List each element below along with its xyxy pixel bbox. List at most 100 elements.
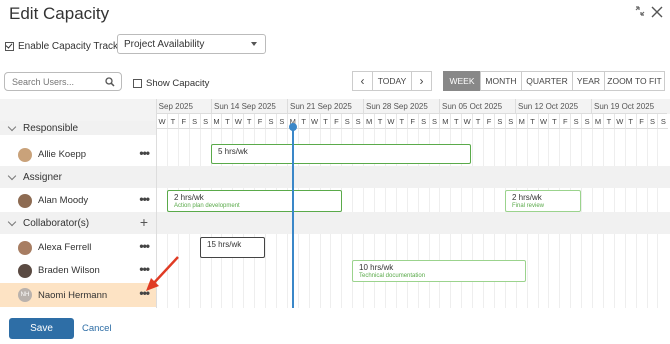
day-header: T [548,114,560,129]
avatar [18,240,32,255]
chevron-down-icon [7,122,17,131]
avatar [18,147,32,162]
capacity-bar[interactable]: 15 hrs/wk [200,237,265,258]
save-button[interactable]: Save [9,318,74,339]
collaborators-band [157,212,670,234]
day-header: F [177,114,189,129]
day-header: S [265,114,276,129]
section-label: Collaborator(s) [23,217,90,229]
capacity-bar[interactable]: 10 hrs/wk Technical documentation [352,260,526,282]
week-header: Sun 14 Sep 2025 [211,99,287,114]
capacity-bar[interactable]: 2 hrs/wk Action plan development [167,190,342,212]
day-header: W [537,114,549,129]
person-row: Allie Koepp ••• [0,143,156,166]
capacity-bar[interactable]: 5 hrs/wk [211,144,471,164]
dialog-footer: Save Cancel [0,308,670,344]
capacity-bar[interactable]: 2 hrs/wk Final review [505,190,581,212]
bar-label: 2 hrs/wk [174,193,204,202]
show-capacity-label: Show Capacity [146,78,210,89]
enable-tracking-label: Enable Capacity Tracking [18,41,132,52]
bar-sublabel: Technical documentation [359,273,426,279]
search-box[interactable] [4,72,122,91]
day-header: M [439,114,451,129]
section-label: Responsible [23,122,79,134]
more-options-icon[interactable]: ••• [139,240,150,252]
view-select[interactable]: Project Availability [117,34,266,54]
show-capacity[interactable]: Show Capacity [133,78,209,89]
day-header: S [428,114,440,129]
cancel-button[interactable]: Cancel [82,323,112,334]
capacity-grid: 7 Sep 2025 Sun 14 Sep 2025 Sun 21 Sep 2025… [0,99,670,308]
today-line [292,126,294,308]
more-options-icon[interactable]: ••• [139,147,150,159]
next-button[interactable]: › [411,71,432,91]
day-header: T [395,114,407,129]
zoom-year-button[interactable]: YEAR [572,71,605,91]
day-header: F [406,114,418,129]
enable-tracking-checkbox[interactable] [5,42,14,51]
day-header: S [570,114,582,129]
person-row: Alexa Ferrell ••• [0,236,156,259]
week-header: Sun 28 Sep 2025 [363,99,439,114]
section-label: Assigner [23,171,62,183]
bar-sublabel: Final review [512,203,545,209]
prev-button[interactable]: ‹ [352,71,373,91]
collapse-icon[interactable] [634,4,646,22]
avatar [18,193,32,208]
person-row: Alan Moody ••• [0,189,156,212]
day-header: T [602,114,614,129]
day-header: S [341,114,353,129]
day-header: F [559,114,571,129]
day-header: F [330,114,342,129]
zoom-to-fit-button[interactable]: ZOOM TO FIT [604,71,665,91]
bar-label: 2 hrs/wk [512,193,542,202]
day-header: T [319,114,331,129]
day-header: M [210,114,222,129]
add-collaborator-icon[interactable]: + [140,214,148,230]
search-input[interactable] [10,75,109,88]
chevron-down-icon [251,42,257,46]
dialog-title: Edit Capacity [9,4,110,23]
zoom-quarter-button[interactable]: QUARTER [521,71,573,91]
today-button[interactable]: TODAY [372,71,412,91]
bar-sublabel: Action plan development [174,203,240,209]
timeline: 7 Sep 2025 Sun 14 Sep 2025 Sun 21 Sep 2025… [149,99,670,308]
day-header: W [232,114,244,129]
day-header: T [297,114,309,129]
day-header: W [384,114,396,129]
person-name: Alexa Ferrell [38,242,92,253]
chevron-down-icon [7,171,17,180]
day-header: W [156,114,167,129]
search-icon[interactable] [105,77,115,87]
day-header: F [254,114,266,129]
person-name: Naomi Hermann [38,289,108,301]
day-header: S [417,114,429,129]
day-header: S [504,114,516,129]
day-header: W [461,114,473,129]
more-options-icon[interactable]: ••• [139,193,150,205]
week-header: Sun 19 Oct 2025 [591,99,667,114]
day-header: T [624,114,636,129]
view-select-value: Project Availability [124,38,205,50]
day-header: T [450,114,462,129]
zoom-month-button[interactable]: MONTH [480,71,522,91]
zoom-week-button[interactable]: WEEK [443,71,481,91]
enable-capacity-tracking[interactable]: Enable Capacity Tracking [5,41,131,52]
day-header: S [657,114,669,129]
section-header[interactable]: Assigner [0,166,156,188]
week-header: Sun 12 Oct 2025 [515,99,591,114]
show-capacity-checkbox[interactable] [133,79,142,88]
week-header: Sun 21 Sep 2025 [287,99,363,114]
today-marker[interactable] [289,123,297,131]
day-header: M [515,114,527,129]
day-header: T [472,114,484,129]
close-icon[interactable] [651,5,663,22]
day-header: S [352,114,364,129]
section-header[interactable]: Collaborator(s) + [0,212,156,234]
day-header: F [635,114,647,129]
bar-label: 5 hrs/wk [218,147,248,156]
section-header[interactable]: Responsible [0,121,156,135]
day-header: S [275,114,287,129]
person-name: Allie Koepp [38,149,87,160]
day-header: S [581,114,593,129]
